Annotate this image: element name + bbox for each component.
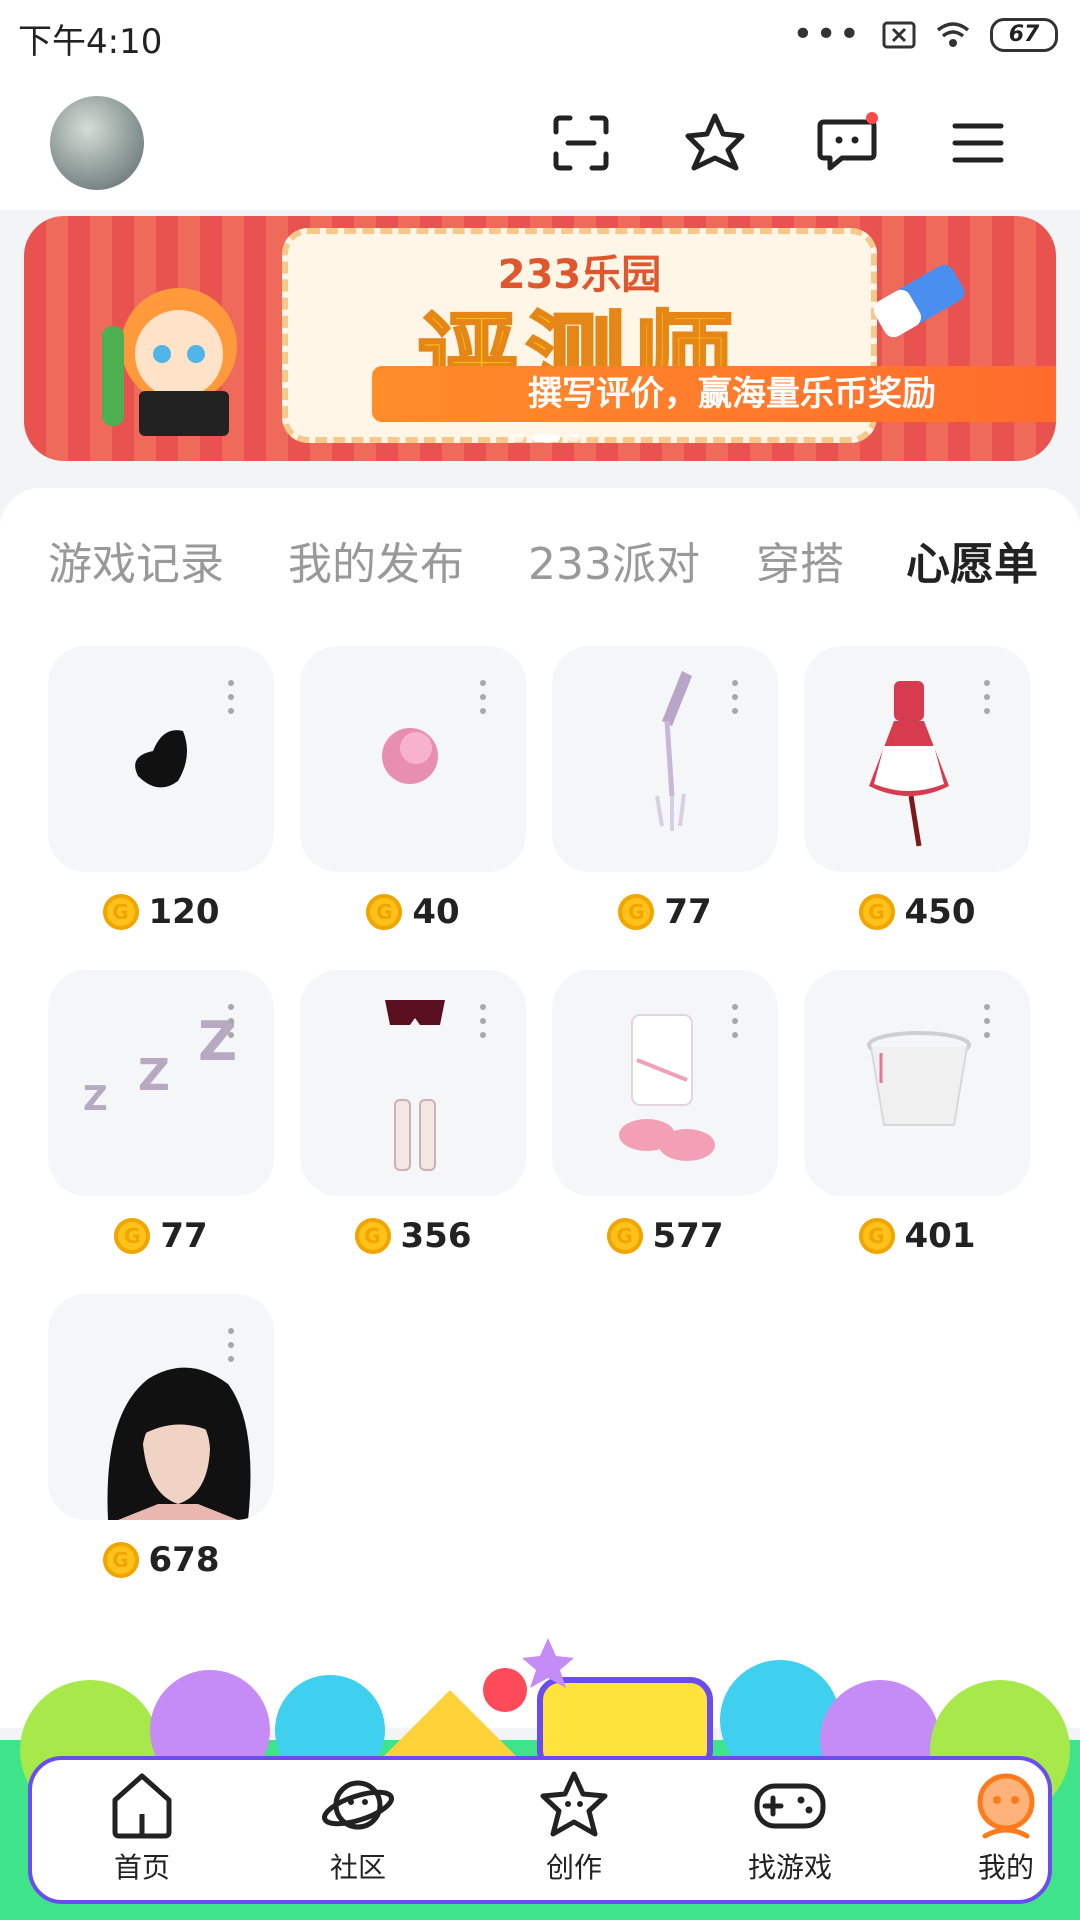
nav-item-community[interactable]: 社区 xyxy=(288,1766,428,1886)
more-options-icon[interactable] xyxy=(228,1004,234,1042)
menu-icon[interactable] xyxy=(943,108,1013,178)
more-options-icon[interactable] xyxy=(480,1004,486,1042)
white-veil-icon xyxy=(867,1031,971,1126)
wishlist-item-card[interactable] xyxy=(48,646,274,872)
message-icon[interactable] xyxy=(812,108,882,178)
status-time: 下午4:10 xyxy=(18,22,163,62)
nav-item-create[interactable]: 创作 xyxy=(504,1766,644,1886)
tab-game-records[interactable]: 游戏记录 xyxy=(48,528,224,592)
tab-party[interactable]: 233派对 xyxy=(528,528,700,592)
battery-indicator: 67 xyxy=(990,18,1058,52)
banner-subtitle: 撰写评价，赢海量乐币奖励 xyxy=(372,366,1056,422)
coin-icon: G xyxy=(366,894,403,930)
price-value: 450 xyxy=(904,892,976,932)
more-options-icon[interactable] xyxy=(732,1004,738,1042)
price-value: 678 xyxy=(148,1540,220,1580)
coin-icon: G xyxy=(102,1542,139,1578)
banner-pager xyxy=(512,434,580,442)
nav-label-create: 创作 xyxy=(545,1851,602,1884)
nav-item-me[interactable]: 我的 xyxy=(936,1766,1076,1886)
pink-ball-icon xyxy=(382,728,438,784)
price-tag: G 120 xyxy=(48,892,274,932)
star-icon[interactable] xyxy=(680,108,750,178)
more-options-icon[interactable] xyxy=(228,680,234,718)
wishlist-item-card[interactable] xyxy=(300,970,526,1196)
svg-text:Z: Z xyxy=(138,1050,170,1101)
sim-off-icon xyxy=(882,21,916,49)
tab-outfits[interactable]: 穿搭 xyxy=(756,528,844,592)
black-long-hair-icon xyxy=(107,1367,251,1520)
coin-icon: G xyxy=(102,894,139,930)
price-value: 120 xyxy=(148,892,220,932)
gamepad-icon xyxy=(754,1783,826,1829)
price-tag: G 356 xyxy=(300,1216,526,1256)
nav-label-community: 社区 xyxy=(329,1851,386,1884)
more-status-icon: ••• xyxy=(792,14,862,55)
status-bar: 下午4:10 ••• 67 xyxy=(0,0,1080,78)
black-feather-icon xyxy=(135,730,187,788)
profile-tabs: 游戏记录 我的发布 233派对 穿搭 心愿单 xyxy=(0,528,1080,656)
avatar[interactable] xyxy=(50,96,144,190)
shorts-socks-icon xyxy=(385,1000,445,1171)
price-value: 356 xyxy=(400,1216,472,1256)
wishlist-item-card[interactable] xyxy=(552,970,778,1196)
scan-icon[interactable] xyxy=(546,108,616,178)
mascot-character-icon xyxy=(102,288,237,436)
planet-icon xyxy=(322,1780,394,1830)
more-options-icon[interactable] xyxy=(984,680,990,718)
promo-banner[interactable]: 233乐园 评测师 撰写评价，赢海量乐币奖励 xyxy=(24,216,1056,461)
coin-icon: G xyxy=(858,1218,895,1254)
crystal-staff-icon xyxy=(655,671,692,831)
create-star-icon xyxy=(540,1771,608,1837)
wishlist-item-card[interactable] xyxy=(552,646,778,872)
coin-icon: G xyxy=(114,1218,151,1254)
price-tag: G 77 xyxy=(48,1216,274,1256)
coin-icon: G xyxy=(606,1218,643,1254)
tab-wishlist[interactable]: 心愿单 xyxy=(906,528,1038,592)
more-options-icon[interactable] xyxy=(732,680,738,718)
nav-label-home: 首页 xyxy=(113,1851,170,1884)
price-tag: G 678 xyxy=(48,1540,274,1580)
price-value: 401 xyxy=(904,1216,976,1256)
wishlist-item-card[interactable] xyxy=(300,646,526,872)
maid-dress-icon xyxy=(869,681,949,847)
wifi-icon xyxy=(936,22,970,47)
more-options-icon[interactable] xyxy=(984,1004,990,1042)
price-value: 577 xyxy=(652,1216,724,1256)
more-options-icon[interactable] xyxy=(480,680,486,718)
top-header xyxy=(0,78,1080,210)
price-value: 40 xyxy=(412,892,460,932)
price-tag: G 40 xyxy=(300,892,526,932)
nav-item-home[interactable]: 首页 xyxy=(72,1766,212,1886)
wishlist-item-card[interactable] xyxy=(804,646,1030,872)
svg-text:Z: Z xyxy=(83,1079,108,1119)
coin-icon: G xyxy=(354,1218,391,1254)
bottom-nav: 首页 社区 创作 找游戏 我的 xyxy=(28,1756,1052,1904)
price-tag: G 450 xyxy=(804,892,1030,932)
coin-icon: G xyxy=(618,894,655,930)
coin-icon: G xyxy=(858,894,895,930)
nav-label-me: 我的 xyxy=(977,1851,1034,1884)
more-options-icon[interactable] xyxy=(228,1328,234,1366)
zzz-effect-icon: Z Z Z xyxy=(83,1010,237,1119)
nav-item-find-games[interactable]: 找游戏 xyxy=(720,1766,860,1886)
price-value: 77 xyxy=(664,892,712,932)
status-icons: ••• 67 xyxy=(792,14,1058,55)
wishlist-item-card[interactable] xyxy=(804,970,1030,1196)
nav-label-find-games: 找游戏 xyxy=(747,1851,832,1884)
price-tag: G 401 xyxy=(804,1216,1030,1256)
home-icon xyxy=(112,1773,172,1839)
price-tag: G 77 xyxy=(552,892,778,932)
eraser-icon xyxy=(873,264,965,338)
wishlist-item-card[interactable]: Z Z Z xyxy=(48,970,274,1196)
tab-my-posts[interactable]: 我的发布 xyxy=(288,528,464,592)
price-tag: G 577 xyxy=(552,1216,778,1256)
price-value: 77 xyxy=(160,1216,208,1256)
profile-face-icon xyxy=(977,1773,1035,1839)
pink-outfit-icon xyxy=(619,1014,715,1161)
wishlist-item-card[interactable] xyxy=(48,1294,274,1520)
